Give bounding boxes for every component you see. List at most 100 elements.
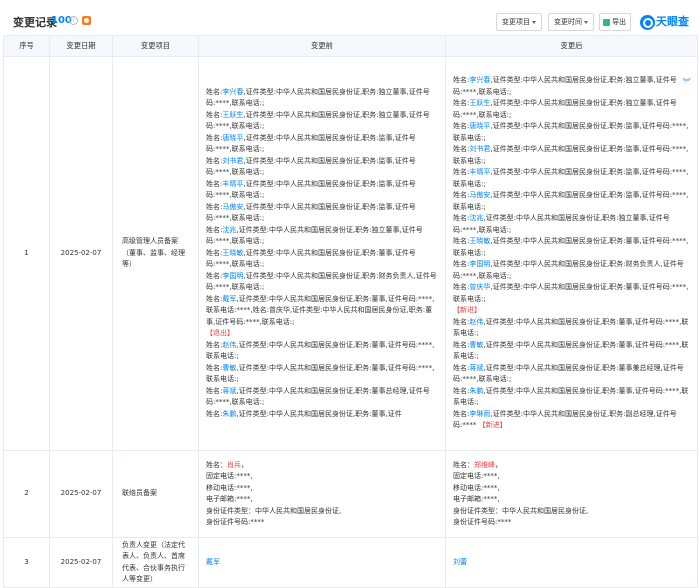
change-entry: 姓名:王跃生,证件类型:中华人民共和国居民身份证,职务:独立董事,证件号码:**… [206,110,430,131]
logo-icon [640,14,655,30]
change-entry: 姓名:曹敏,证件类型:中华人民共和国居民身份证,职务:董事,证件号码:****,… [453,340,689,361]
contact-line: 移动电话:****, [206,483,253,492]
help-icon[interactable]: ? [69,16,78,25]
person-link[interactable]: 肖兵 [227,461,241,469]
change-entry: 姓名:王跃生,证件类型:中华人民共和国居民身份证,职务:独立董事,证件号码:**… [453,99,677,119]
person-link[interactable]: 丰晴平 [469,168,490,176]
person-link[interactable]: 蒋斌 [469,364,483,372]
person-link[interactable]: 王晓敏 [469,237,490,245]
person-link[interactable]: 马傲安 [469,191,490,199]
person-link[interactable]: 蒋斌 [222,387,236,395]
change-entry: 姓名:曾庆华,证件类型:中华人民共和国居民身份证,职务:董事,证件号码:****… [453,283,689,303]
person-link[interactable]: 李琳雨 [469,410,490,418]
row-after: 刘蕾 [445,537,698,588]
col-header-date: 变更日期 [49,35,113,57]
col-header-item: 变更项目 [112,35,199,57]
person-link[interactable]: 丰晴平 [222,180,243,188]
person-link[interactable]: 郑维峰 [474,461,495,469]
change-entry: 姓名:李国明,证件类型:中华人民共和国居民身份证,职务:财务负责人,证件号码:*… [453,260,684,280]
person-link[interactable]: 戴军 [222,295,236,303]
change-entry: 姓名:李国明,证件类型:中华人民共和国居民身份证,职务:财务负责人,证件号码:*… [206,271,437,292]
filter-change-time-label: 变更时间 [554,18,582,26]
contact-line: 身份证件号码:**** [206,518,265,526]
person-link[interactable]: 唐晓平 [222,134,243,142]
change-entry: 姓名:赵伟,证件类型:中华人民共和国居民身份证,职务:董事,证件号码:****,… [206,340,435,361]
chevron-double-down-icon[interactable]: ︾ [683,77,691,88]
chevron-down-icon [584,20,588,24]
person-link[interactable]: 沈兆 [222,226,236,234]
person-link[interactable]: 刘蕾 [453,558,467,566]
filter-change-item-button[interactable]: 变更项目 [496,13,542,31]
change-entry: 姓名:王晓敏,证件类型:中华人民共和国居民身份证,职务:董事,证件号码:****… [206,248,416,269]
person-link[interactable]: 刘书君 [469,145,490,153]
contact-line: 身份证件类型：中华人民共和国居民身份证, [206,506,342,515]
col-header-after: 变更后 ︾ [445,35,698,87]
change-entry: 姓名:朱鹏,证件类型:中华人民共和国居民身份证,职务:董事,证件号码:****,… [453,386,689,407]
logo-text: 天眼查 [656,15,689,28]
person-link[interactable]: 曹敏 [469,341,483,349]
change-entry: 姓名:戴军,证件类型:中华人民共和国居民身份证,职务:董事,证件号码:****,… [206,294,435,326]
change-entry: 姓名:朱鹏,证件类型:中华人民共和国居民身份证,职务:董事,证件 [206,409,402,418]
person-link[interactable]: 朱鹏 [469,387,483,395]
change-record-table: 序号 变更日期 变更项目 变更前 变更后 ︾ 1 2025-02-07 高级管理人… [3,35,698,588]
person-link[interactable]: 赵伟 [469,318,483,326]
col-header-before: 变更前 [198,35,446,57]
row-item: 负责人变更（法定代表人、负责人、首席代表、合伙事务执行人等变更） [112,537,199,588]
contact-line: 身份证件号码:**** [453,518,512,526]
person-link[interactable]: 王跃生 [469,99,490,107]
export-button[interactable]: 导出 [599,13,631,31]
excel-icon [603,18,610,26]
table-row: 3 2025-02-07 负责人变更（法定代表人、负责人、首席代表、合伙事务执行… [3,537,698,588]
row-no: 2 [3,450,50,538]
contact-line: 电子邮箱:****, [453,495,500,503]
person-link[interactable]: 王跃生 [222,111,243,119]
change-entry: 姓名:马傲安,证件类型:中华人民共和国居民身份证,职务:监事,证件号码:****… [206,202,416,223]
change-entry: 姓名:李兴春,证件类型:中华人民共和国居民身份证,职务:独立董事,证件号码:**… [206,87,430,108]
row-item: 联络员备案 [112,450,199,538]
contact-line: 固定电话:****, [206,472,253,480]
person-link[interactable]: 李国明 [469,260,490,268]
change-entry: 姓名:曹敏,证件类型:中华人民共和国居民身份证,职务:董事,证件号码:****,… [206,363,435,384]
person-link[interactable]: 李国明 [222,272,243,280]
person-link[interactable]: 李兴春 [222,88,243,96]
row-no: 1 [3,56,50,451]
person-link[interactable]: 唐晓平 [469,122,490,130]
person-link[interactable]: 刘书君 [222,157,243,165]
person-link[interactable]: 李兴春 [469,76,490,84]
person-link[interactable]: 曾庆华 [469,283,490,291]
person-link[interactable]: 朱鹏 [222,410,236,418]
person-link[interactable]: 曹敏 [222,364,236,372]
row-no: 3 [3,537,50,588]
table-row: 2 2025-02-07 联络员备案 姓名：肖兵， 固定电话:****, 移动电话… [3,450,698,538]
change-entry: 姓名:唐晓平,证件类型:中华人民共和国居民身份证,职务:监事,证件号码:****… [453,122,689,142]
contact-line: 固定电话:****, [453,472,500,480]
change-tag: 【新进】 [476,421,507,430]
contact-line: 身份证件类型：中华人民共和国居民身份证, [453,506,589,515]
change-entry: 姓名:刘书君,证件类型:中华人民共和国居民身份证,职务:监事,证件号码:****… [453,145,689,165]
change-entry: 姓名:丰晴平,证件类型:中华人民共和国居民身份证,职务:监事,证件号码:****… [453,168,689,188]
col-header-no: 序号 [3,35,50,57]
person-link[interactable]: 戴军 [206,558,220,566]
change-entry: 姓名:刘书君,证件类型:中华人民共和国居民身份证,职务:监事,证件号码:****… [206,156,416,177]
row-after: 姓名:李兴春,证件类型:中华人民共和国居民身份证,职务:独立董事,证件号码:**… [445,56,698,451]
person-link[interactable]: 王晓敏 [222,249,243,257]
change-tag: 【新进】 [453,306,481,315]
row-date: 2025-02-07 [49,537,113,588]
person-link[interactable]: 沈兆 [469,214,483,222]
change-entry: 姓名:沈兆,证件类型:中华人民共和国居民身份证,职务:独立董事,证件号码:***… [453,214,670,234]
change-entry: 姓名:王晓敏,证件类型:中华人民共和国居民身份证,职务:董事,证件号码:****… [453,237,689,257]
row-before: 戴军 [198,537,446,588]
row-date: 2025-02-07 [49,56,113,451]
person-link[interactable]: 马傲安 [222,203,243,211]
person-link[interactable]: 赵伟 [222,341,236,349]
table-header-row: 序号 变更日期 变更项目 变更前 变更后 ︾ [3,35,698,87]
contact-line: 移动电话:****, [453,483,500,492]
change-entry: 姓名:李兴春,证件类型:中华人民共和国居民身份证,职务:独立董事,证件号码:**… [453,76,677,96]
filter-change-time-button[interactable]: 变更时间 [548,13,594,31]
row-before: 姓名:李兴春,证件类型:中华人民共和国居民身份证,职务:独立董事,证件号码:**… [198,56,446,451]
change-entry: 姓名:蒋斌,证件类型:中华人民共和国居民身份证,职务:董事总经理,证件号码:**… [206,386,430,407]
change-entry: 姓名:赵伟,证件类型:中华人民共和国居民身份证,职务:董事,证件号码:****,… [453,317,689,338]
export-label: 导出 [612,18,626,26]
change-entry: 姓名:沈兆,证件类型:中华人民共和国居民身份证,职务:独立董事,证件号码:***… [206,225,423,246]
header-bar: 变更记录 100 ? 变更项目 变更时间 导出 天眼查 [0,0,700,36]
